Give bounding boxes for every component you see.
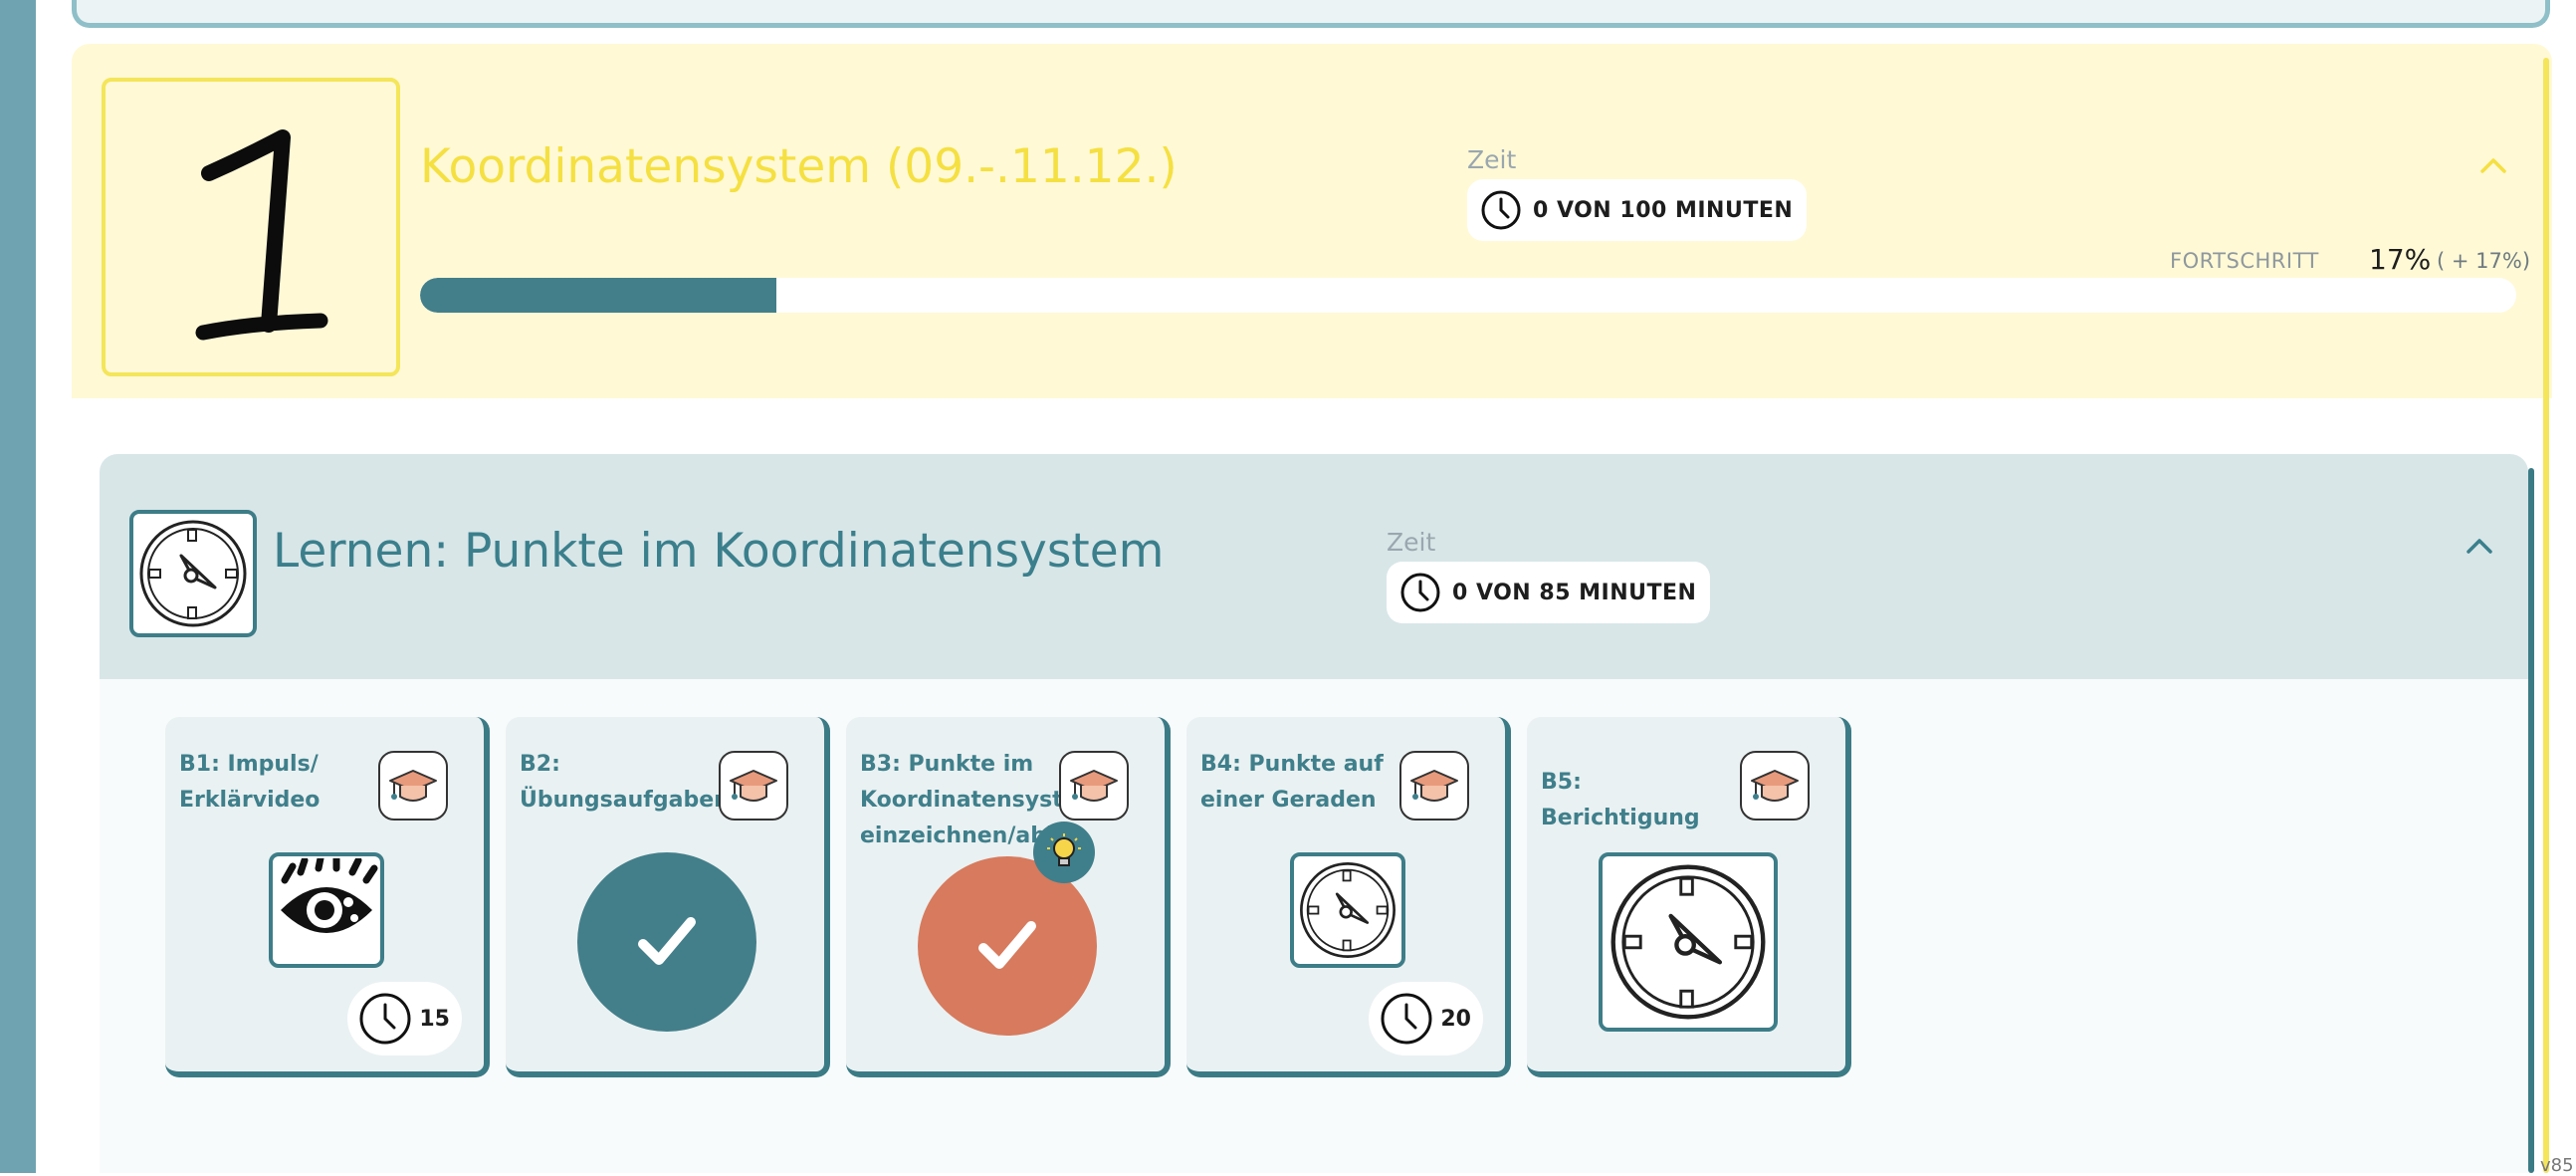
card-title: B4: Punkte auf einer Geraden [1200, 752, 1384, 813]
card-visual[interactable] [1290, 852, 1405, 968]
chapter-time-pill: 0 VON 100 MINUTEN [1467, 179, 1808, 241]
graduation-cap-icon [389, 770, 437, 802]
graduation-cap-icon [1070, 770, 1118, 802]
unit-time-label: Zeit [1387, 528, 1436, 557]
task-card-b1[interactable]: B1: Impuls/ Erklärvideo 15 [165, 717, 490, 1077]
task-card-b5[interactable]: B5: Berichtigung [1527, 717, 1851, 1077]
chapter-time-label: Zeit [1467, 145, 1517, 174]
chapter-time-value: 0 VON 100 MINUTEN [1533, 197, 1794, 223]
chapter-number-glyph [195, 129, 328, 341]
eye-icon [281, 858, 378, 945]
chapter-title: Koordinatensystem (09.-.11.12.) [420, 139, 1178, 194]
card-cap-badge [1059, 751, 1129, 821]
chapter-number-tile [102, 78, 400, 376]
check-icon [638, 917, 696, 965]
unit-time-value: 0 VON 85 MINUTEN [1452, 580, 1697, 605]
chapter-border [2543, 58, 2549, 1173]
compass-icon [1300, 862, 1395, 958]
hint-badge[interactable] [1033, 822, 1095, 883]
progress-value: 17% [2369, 243, 2432, 276]
progress-bar-fill [420, 278, 777, 313]
task-card-b4[interactable]: B4: Punkte auf einer Geraden 20 [1186, 717, 1511, 1077]
compass-icon [139, 520, 247, 627]
card-minutes: 20 [1440, 1006, 1471, 1032]
unit-border [2528, 468, 2534, 1173]
previous-section-edge [72, 0, 2550, 28]
card-cap-badge [719, 751, 788, 821]
lightbulb-icon [1047, 833, 1081, 866]
card-cap-badge [378, 751, 448, 821]
card-done-circle[interactable] [918, 856, 1097, 1036]
progress-bar [420, 278, 2516, 313]
clock-icon [1400, 573, 1440, 612]
unit-collapse-chevron-icon[interactable] [2465, 536, 2494, 556]
progress-delta: ( + 17%) [2437, 249, 2531, 273]
clock-icon [1381, 993, 1432, 1045]
unit-icon-tile [129, 510, 257, 637]
chapter-collapse-chevron-icon[interactable] [2478, 155, 2508, 175]
left-rail [0, 0, 36, 1173]
clock-icon [1481, 190, 1521, 230]
card-minutes: 15 [419, 1006, 450, 1032]
graduation-cap-icon [730, 770, 777, 802]
task-card-b2[interactable]: B2: Übungsaufgaben [506, 717, 830, 1077]
card-done-circle[interactable] [577, 852, 756, 1032]
card-title: B3: Punkte im Koordinatensystem einzeich… [860, 752, 1061, 848]
compass-icon [1610, 864, 1766, 1020]
task-card-b3[interactable]: B3: Punkte im Koordinatensystem einzeich… [846, 717, 1171, 1077]
progress-label: FORTSCHRITT [2170, 249, 2319, 273]
graduation-cap-icon [1410, 770, 1458, 802]
graduation-cap-icon [1751, 770, 1799, 802]
card-minutes-pill: 15 [347, 982, 462, 1056]
clock-icon [359, 993, 411, 1045]
check-icon [978, 921, 1036, 969]
card-minutes-pill: 20 [1369, 982, 1483, 1056]
card-cap-badge [1740, 751, 1810, 821]
card-title: B1: Impuls/ Erklärvideo [179, 752, 321, 813]
card-title: B2: Übungsaufgaben [520, 752, 721, 813]
unit-title: Lernen: Punkte im Koordinatensystem [273, 524, 1165, 579]
chapter-card [72, 44, 2552, 398]
card-visual[interactable] [1599, 852, 1778, 1032]
card-visual[interactable] [269, 852, 384, 968]
unit-time-pill: 0 VON 85 MINUTEN [1387, 562, 1711, 623]
card-cap-badge [1399, 751, 1469, 821]
card-title: B5: Berichtigung [1541, 770, 1700, 830]
